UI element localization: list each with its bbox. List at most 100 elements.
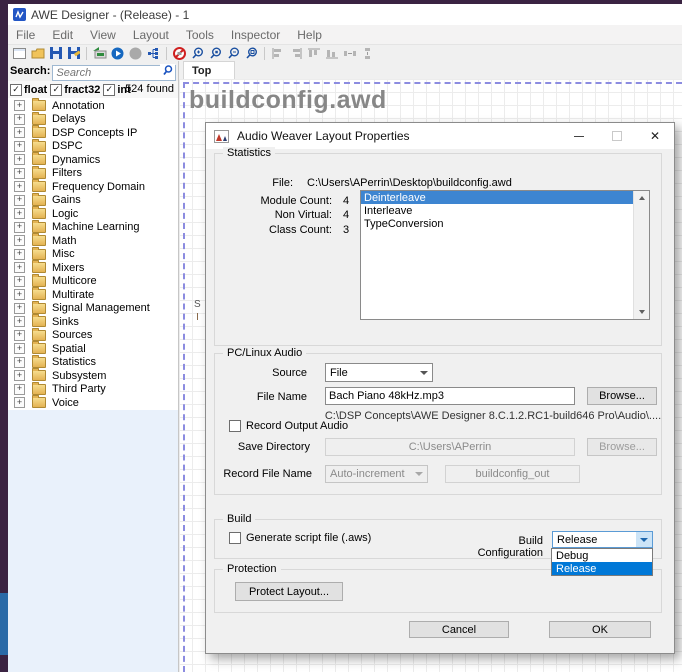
expand-plus-icon[interactable]	[14, 114, 25, 125]
checkbox-unchecked-icon[interactable]	[229, 532, 241, 544]
menu-item[interactable]: Edit	[52, 28, 73, 42]
tree-item[interactable]: Math	[8, 234, 178, 248]
type-filter[interactable]: fract32	[50, 84, 100, 96]
distribute-vertical-icon[interactable]	[360, 46, 375, 60]
expand-plus-icon[interactable]	[14, 154, 25, 165]
tree-item[interactable]: Multicore	[8, 275, 178, 289]
tree-item[interactable]: Annotation	[8, 99, 178, 113]
expand-plus-icon[interactable]	[14, 370, 25, 381]
tab-top[interactable]: Top	[183, 61, 235, 79]
tree-item[interactable]: DSP Concepts IP	[8, 126, 178, 140]
minimize-icon[interactable]	[560, 123, 598, 149]
chevron-down-icon[interactable]	[416, 364, 432, 381]
checkbox-unchecked-icon[interactable]	[229, 420, 241, 432]
expand-plus-icon[interactable]	[14, 100, 25, 111]
expand-plus-icon[interactable]	[14, 208, 25, 219]
align-right-icon[interactable]	[288, 46, 303, 60]
align-bottom-icon[interactable]	[324, 46, 339, 60]
connect-icon[interactable]	[92, 46, 107, 60]
checkbox-checked-icon[interactable]	[103, 84, 115, 96]
source-combobox[interactable]: File	[325, 363, 433, 382]
canvas-grid[interactable]: buildconfig.awd S Audio Weaver Layout Pr…	[179, 79, 682, 672]
ok-button[interactable]: OK	[549, 621, 651, 638]
dropdown-option[interactable]: Debug	[552, 549, 652, 562]
expand-plus-icon[interactable]	[14, 141, 25, 152]
expand-plus-icon[interactable]	[14, 127, 25, 138]
tree-item[interactable]: Machine Learning	[8, 221, 178, 235]
save-icon[interactable]	[48, 46, 63, 60]
type-filter[interactable]: float	[10, 84, 47, 96]
tree-item[interactable]: Dynamics	[8, 153, 178, 167]
cancel-button[interactable]: Cancel	[409, 621, 509, 638]
expand-plus-icon[interactable]	[14, 181, 25, 192]
browse-file-button[interactable]: Browse...	[587, 387, 657, 405]
zoom-in-icon[interactable]	[190, 46, 205, 60]
class-list-item[interactable]: Deinterleave	[361, 191, 649, 204]
tree-item[interactable]: Logic	[8, 207, 178, 221]
tree-item[interactable]: Statistics	[8, 356, 178, 370]
expand-plus-icon[interactable]	[14, 195, 25, 206]
menu-item[interactable]: Help	[297, 28, 322, 42]
expand-plus-icon[interactable]	[14, 316, 25, 327]
tree-item[interactable]: Multirate	[8, 288, 178, 302]
build-configuration-combobox[interactable]: Release	[552, 531, 653, 548]
tree-item[interactable]: DSPC	[8, 140, 178, 154]
expand-plus-icon[interactable]	[14, 249, 25, 260]
file-name-input[interactable]	[325, 387, 575, 405]
class-list-item[interactable]: Interleave	[361, 204, 649, 217]
record-output-checkbox-row[interactable]: Record Output Audio	[229, 420, 348, 432]
expand-plus-icon[interactable]	[14, 357, 25, 368]
expand-plus-icon[interactable]	[14, 276, 25, 287]
tree-item[interactable]: Delays	[8, 113, 178, 127]
close-icon[interactable]: ✕	[636, 123, 674, 149]
expand-plus-icon[interactable]	[14, 330, 25, 341]
search-input[interactable]	[52, 65, 176, 81]
protect-layout-button[interactable]: Protect Layout...	[235, 582, 343, 601]
tree-item[interactable]: Gains	[8, 194, 178, 208]
tree-item[interactable]: Subsystem	[8, 369, 178, 383]
play-icon[interactable]	[110, 46, 125, 60]
expand-plus-icon[interactable]	[14, 235, 25, 246]
tree-item[interactable]: Frequency Domain	[8, 180, 178, 194]
expand-plus-icon[interactable]	[14, 289, 25, 300]
zoom-out-icon[interactable]	[226, 46, 241, 60]
tree-item[interactable]: Misc	[8, 248, 178, 262]
tree-item[interactable]: Spatial	[8, 342, 178, 356]
expand-plus-icon[interactable]	[14, 262, 25, 273]
maximize-icon[interactable]	[598, 123, 636, 149]
zoom-selection-icon[interactable]	[208, 46, 223, 60]
menu-item[interactable]: Tools	[186, 28, 214, 42]
dropdown-option[interactable]: Release	[552, 562, 652, 575]
tree-item[interactable]: Voice	[8, 396, 178, 410]
tree-item[interactable]: Third Party	[8, 383, 178, 397]
tree-item[interactable]: Sinks	[8, 315, 178, 329]
search-icon[interactable]	[160, 64, 175, 77]
chevron-down-icon[interactable]	[636, 532, 652, 547]
expand-plus-icon[interactable]	[14, 343, 25, 354]
align-top-icon[interactable]	[306, 46, 321, 60]
expand-plus-icon[interactable]	[14, 303, 25, 314]
expand-plus-icon[interactable]	[14, 397, 25, 408]
expand-plus-icon[interactable]	[14, 384, 25, 395]
profile-icon[interactable]	[146, 46, 161, 60]
tree-item[interactable]: Signal Management	[8, 302, 178, 316]
new-icon[interactable]	[12, 46, 27, 60]
stop-icon[interactable]	[128, 46, 143, 60]
tree-item[interactable]: Mixers	[8, 261, 178, 275]
tree-item[interactable]: Sources	[8, 329, 178, 343]
menu-item[interactable]: View	[90, 28, 116, 42]
distribute-horizontal-icon[interactable]	[342, 46, 357, 60]
halt-icon[interactable]	[172, 46, 187, 60]
scroll-down-icon[interactable]	[634, 305, 649, 319]
generate-script-checkbox-row[interactable]: Generate script file (.aws)	[229, 532, 371, 544]
checkbox-checked-icon[interactable]	[50, 84, 62, 96]
open-icon[interactable]	[30, 46, 45, 60]
expand-plus-icon[interactable]	[14, 168, 25, 179]
expand-plus-icon[interactable]	[14, 222, 25, 233]
zoom-fit-icon[interactable]	[244, 46, 259, 60]
checkbox-checked-icon[interactable]	[10, 84, 22, 96]
scroll-up-icon[interactable]	[634, 191, 649, 205]
menu-item[interactable]: Inspector	[231, 28, 280, 42]
class-list-item[interactable]: TypeConversion	[361, 217, 649, 230]
menu-item[interactable]: Layout	[133, 28, 169, 42]
